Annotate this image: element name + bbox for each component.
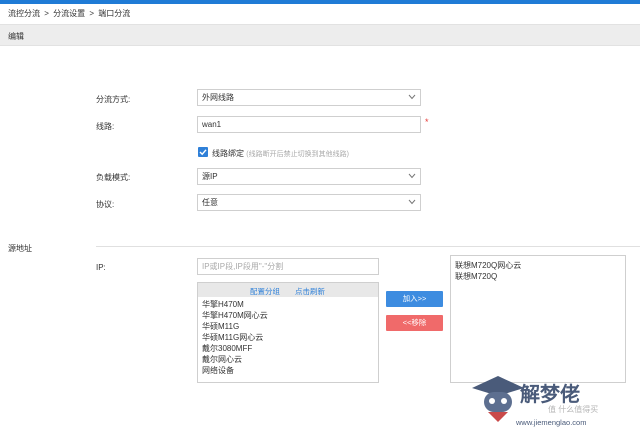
- section-title: 编辑: [8, 32, 24, 41]
- line-bind-label: 线路绑定: [212, 149, 244, 158]
- line-bind-checkbox[interactable]: [198, 147, 208, 157]
- source-title: 源地址: [8, 244, 32, 253]
- ip-input[interactable]: IP或IP段,IP段用"-"分割: [197, 258, 379, 275]
- line-bind-text: 线路绑定 (线路断开后禁止切换到其他线路): [212, 148, 349, 159]
- breadcrumb-item-flow-control[interactable]: 流控分流: [8, 9, 40, 18]
- line-label: 线路:: [96, 122, 115, 131]
- list-item[interactable]: 华擎H470M: [202, 299, 244, 310]
- breadcrumb-separator: >: [89, 9, 95, 18]
- breadcrumb: 流控分流 > 分流设置 > 端口分流: [8, 8, 132, 19]
- protocol-select[interactable]: 任意: [197, 194, 421, 211]
- list-item[interactable]: 华擎H470M网心云: [202, 310, 268, 321]
- balance-select[interactable]: 源IP: [197, 168, 421, 185]
- breadcrumb-separator: >: [44, 9, 49, 18]
- watermark-overlay-text: 值 什么值得买: [548, 405, 599, 414]
- watermark-brand: 解梦佬: [520, 382, 580, 406]
- section-divider: [96, 246, 640, 247]
- protocol-label: 协议:: [96, 200, 115, 209]
- checkmark-icon: [199, 149, 207, 156]
- line-input[interactable]: wan1: [197, 116, 421, 133]
- watermark-url: www.jiemenglao.com: [516, 418, 587, 427]
- config-group-link[interactable]: 配置分组: [250, 286, 280, 297]
- top-accent-bar: [0, 0, 640, 4]
- breadcrumb-item-port-flow: 端口分流: [98, 9, 131, 18]
- list-item[interactable]: 联想M720Q网心云: [455, 260, 521, 271]
- mode-select[interactable]: 外网线路: [197, 89, 421, 106]
- list-item[interactable]: 联想M720Q: [455, 271, 497, 282]
- list-item[interactable]: 网络设备: [202, 365, 234, 376]
- required-mark: *: [425, 117, 429, 127]
- remove-button[interactable]: <<移除: [386, 315, 443, 331]
- line-input-value: wan1: [202, 120, 222, 129]
- list-item[interactable]: 戴尔3080MFF: [202, 343, 252, 354]
- available-list[interactable]: 配置分组 点击刷新 华擎H470M 华擎H470M网心云 华硕M11G 华硕M1…: [197, 282, 379, 383]
- refresh-link[interactable]: 点击刷新: [295, 286, 325, 297]
- list-item[interactable]: 华硕M11G网心云: [202, 332, 263, 343]
- protocol-select-value: 任意: [202, 198, 218, 207]
- chevron-down-icon: [408, 173, 416, 179]
- ip-input-placeholder: IP或IP段,IP段用"-"分割: [202, 262, 284, 271]
- edit-section-header: 编辑: [0, 24, 640, 46]
- chevron-down-icon: [408, 199, 416, 205]
- list-item[interactable]: 戴尔网心云: [202, 354, 242, 365]
- mode-select-value: 外网线路: [202, 93, 234, 102]
- balance-label: 负载模式:: [96, 173, 131, 182]
- chevron-down-icon: [408, 94, 416, 100]
- available-list-toolbar: 配置分组 点击刷新: [198, 283, 378, 297]
- add-button[interactable]: 加入>>: [386, 291, 443, 307]
- breadcrumb-item-flow-settings[interactable]: 分流设置: [53, 9, 85, 18]
- ip-label: IP:: [96, 263, 106, 272]
- selected-list[interactable]: 联想M720Q网心云 联想M720Q: [450, 255, 626, 383]
- mode-label: 分流方式:: [96, 95, 131, 104]
- balance-select-value: 源IP: [202, 172, 218, 181]
- line-bind-hint: (线路断开后禁止切换到其他线路): [246, 151, 349, 158]
- list-item[interactable]: 华硕M11G: [202, 321, 239, 332]
